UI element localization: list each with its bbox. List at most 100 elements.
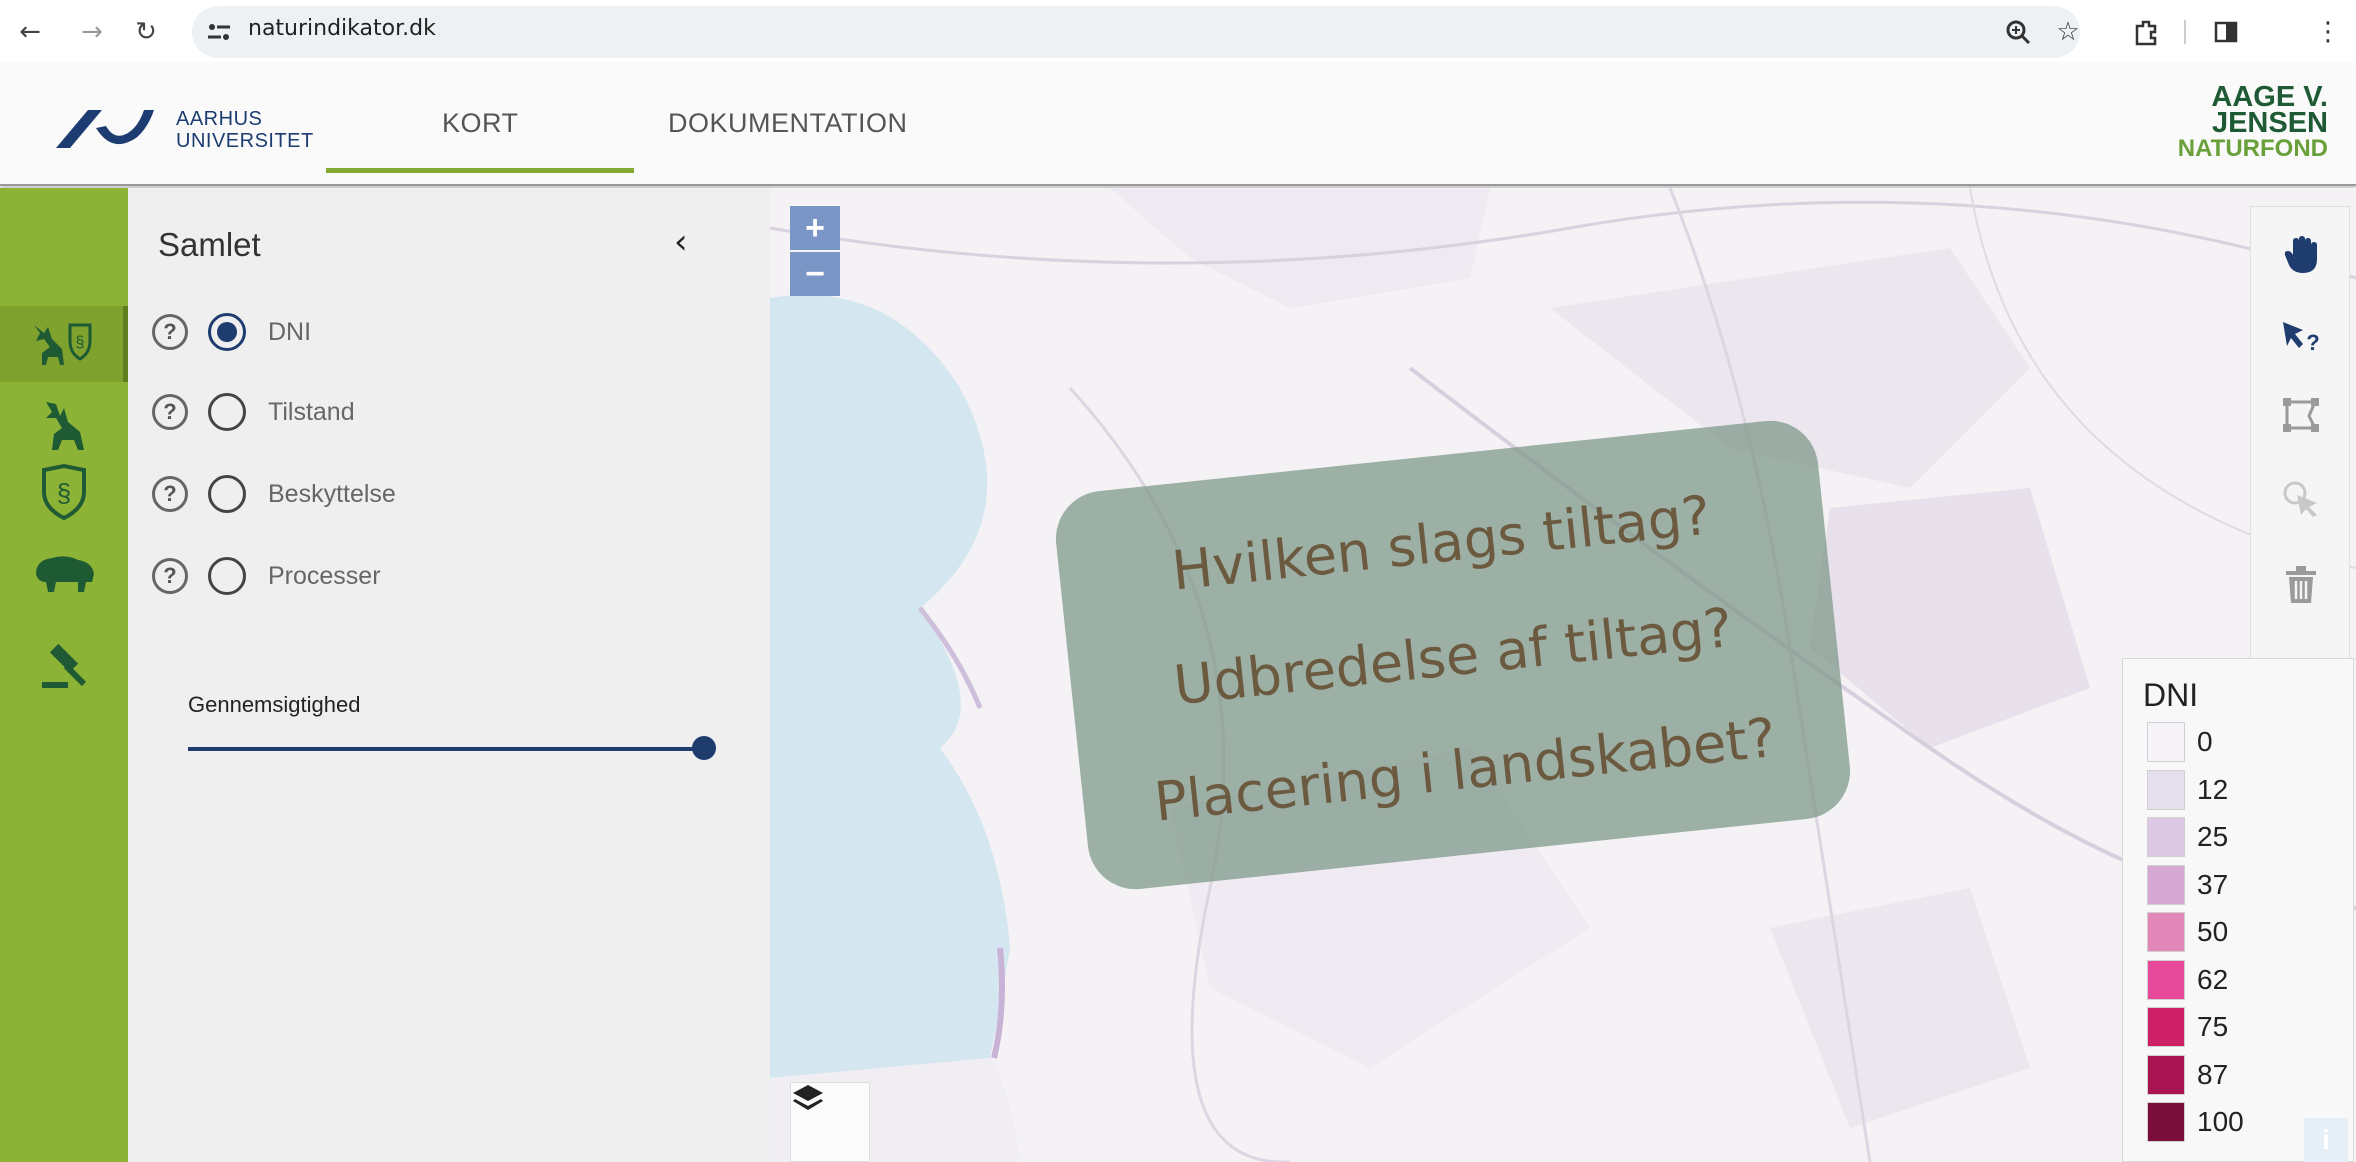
delete-tool-button[interactable] <box>2251 547 2351 623</box>
tab-dokumentation[interactable]: DOKUMENTATION <box>668 108 908 139</box>
radio-dni[interactable] <box>208 313 246 351</box>
panel-title: Samlet <box>158 226 261 263</box>
legend-value: 37 <box>2197 868 2229 900</box>
pan-hand-icon <box>2284 236 2317 273</box>
info-button[interactable]: i <box>2304 1118 2348 1162</box>
legend-entry: 0 <box>2147 721 2213 763</box>
rail-item-samlet[interactable]: § <box>0 306 128 382</box>
legend-value: 100 <box>2197 1106 2244 1137</box>
legend-value: 12 <box>2197 773 2229 805</box>
zoom-out-button[interactable]: − <box>790 252 840 296</box>
layer-panel: Samlet ‹ ? DNI ? Tilstand ? Beskyttelse … <box>128 188 770 1162</box>
partner-logo-line3: NATURFOND <box>2177 135 2328 162</box>
legend-swatch <box>2147 1102 2185 1142</box>
option-label[interactable]: Tilstand <box>268 398 355 427</box>
help-icon[interactable]: ? <box>152 476 188 512</box>
back-button[interactable]: ← <box>14 16 46 48</box>
legend-entry: 75 <box>2147 1006 2228 1048</box>
url-text[interactable]: naturindikator.dk <box>248 16 436 41</box>
browser-toolbar: ← → ↻ naturindikator.dk ☆ ⋮ <box>0 0 2356 64</box>
legend-value: 87 <box>2197 1058 2229 1090</box>
opacity-label: Gennemsigtighed <box>188 692 361 717</box>
aarhus-university-logo-icon[interactable] <box>52 98 162 154</box>
identify-tool-button[interactable]: ? <box>2251 299 2351 375</box>
legend-swatch <box>2147 1007 2185 1047</box>
tab-kort[interactable]: KORT <box>442 108 519 139</box>
trash-icon <box>2286 566 2316 603</box>
layers-icon <box>793 1085 823 1110</box>
active-tab-indicator <box>326 168 634 173</box>
select-tool-button[interactable] <box>2251 461 2351 537</box>
rail-item-beskyttelse[interactable]: § <box>0 454 128 530</box>
option-dni[interactable]: ? DNI <box>152 308 311 356</box>
option-label[interactable]: Beskyttelse <box>268 480 396 509</box>
legend-value: 62 <box>2197 963 2229 995</box>
university-name-line2: UNIVERSITET <box>176 130 314 152</box>
rail-item-tilstand[interactable] <box>0 388 128 464</box>
help-icon[interactable]: ? <box>152 314 188 350</box>
legend-entry: 37 <box>2147 864 2228 906</box>
forward-arrow-icon: → <box>81 17 103 47</box>
deer-shield-icon: § <box>33 323 91 365</box>
map-tools: ? <box>2250 206 2350 660</box>
back-arrow-icon: ← <box>19 17 41 47</box>
legend-swatch <box>2147 722 2185 762</box>
category-rail: § § <box>0 188 128 1162</box>
zoom-in-button[interactable]: + <box>790 206 840 250</box>
help-icon[interactable]: ? <box>152 394 188 430</box>
deer-icon <box>46 402 84 450</box>
legend-entry: 87 <box>2147 1054 2228 1096</box>
option-tilstand[interactable]: ? Tilstand <box>152 388 355 436</box>
opacity-slider-track[interactable] <box>188 747 708 751</box>
partner-logo-line2: JENSEN <box>2211 107 2328 139</box>
forward-button[interactable]: → <box>76 16 108 48</box>
overlay-line-2: Udbredelse af tiltag? <box>1170 595 1736 718</box>
address-bar[interactable] <box>192 6 2080 58</box>
browser-menu-icon[interactable]: ⋮ <box>2315 14 2341 50</box>
radio-beskyttelse[interactable] <box>208 475 246 513</box>
opacity-slider-thumb[interactable] <box>692 736 716 760</box>
draw-polygon-button[interactable] <box>2251 377 2351 453</box>
legend-swatch <box>2147 912 2185 952</box>
zoom-icon[interactable] <box>2000 14 2036 50</box>
collapse-panel-button[interactable]: ‹ <box>674 222 688 262</box>
university-name-line1: AARHUS <box>176 108 263 130</box>
legend-swatch <box>2147 959 2185 1000</box>
legend-entry: 50 <box>2147 911 2228 953</box>
side-panel-icon[interactable] <box>2208 14 2244 50</box>
reload-button[interactable]: ↻ <box>130 16 162 48</box>
legend-value: 75 <box>2197 1011 2229 1042</box>
identify-pointer-icon: ? <box>2283 322 2320 354</box>
help-icon[interactable]: ? <box>152 558 188 594</box>
university-name: AARHUS UNIVERSITET <box>176 108 314 152</box>
rail-item-processer[interactable] <box>0 536 128 612</box>
radio-processer[interactable] <box>208 557 246 595</box>
svg-text:§: § <box>57 478 71 508</box>
legend-value: 25 <box>2197 821 2229 852</box>
option-label[interactable]: DNI <box>268 318 311 347</box>
legend-entry: 100 <box>2147 1101 2244 1143</box>
option-processer[interactable]: ? Processer <box>152 552 381 600</box>
extensions-icon[interactable] <box>2128 14 2164 50</box>
app-header: AARHUS UNIVERSITET KORT DOKUMENTATION AA… <box>0 64 2356 186</box>
gavel-icon <box>42 643 87 688</box>
bison-icon <box>36 556 94 592</box>
radio-tilstand[interactable] <box>208 393 246 431</box>
legend-swatch <box>2147 864 2185 905</box>
legend-swatch <box>2147 817 2185 857</box>
option-beskyttelse[interactable]: ? Beskyttelse <box>152 470 396 518</box>
option-label[interactable]: Processer <box>268 562 381 591</box>
aage-v-jensen-naturfond-logo: AAGE V. JENSEN NATURFOND <box>2177 83 2328 162</box>
legend-title: DNI <box>2143 677 2199 713</box>
basemap-layers-button[interactable] <box>790 1082 870 1162</box>
pan-tool-button[interactable] <box>2251 217 2351 293</box>
legend-swatch <box>2147 769 2185 810</box>
draw-polygon-icon <box>2283 398 2319 432</box>
question-overlay: Hvilken slags tiltag? Udbredelse af tilt… <box>1051 416 1855 894</box>
rail-item-lovgivning[interactable] <box>0 628 128 704</box>
bookmark-star-icon[interactable]: ☆ <box>2050 14 2086 50</box>
legend-swatch <box>2147 1054 2185 1095</box>
svg-text:?: ? <box>2306 330 2319 354</box>
site-settings-icon[interactable] <box>206 20 232 44</box>
chevron-left-icon: ‹ <box>674 222 688 262</box>
